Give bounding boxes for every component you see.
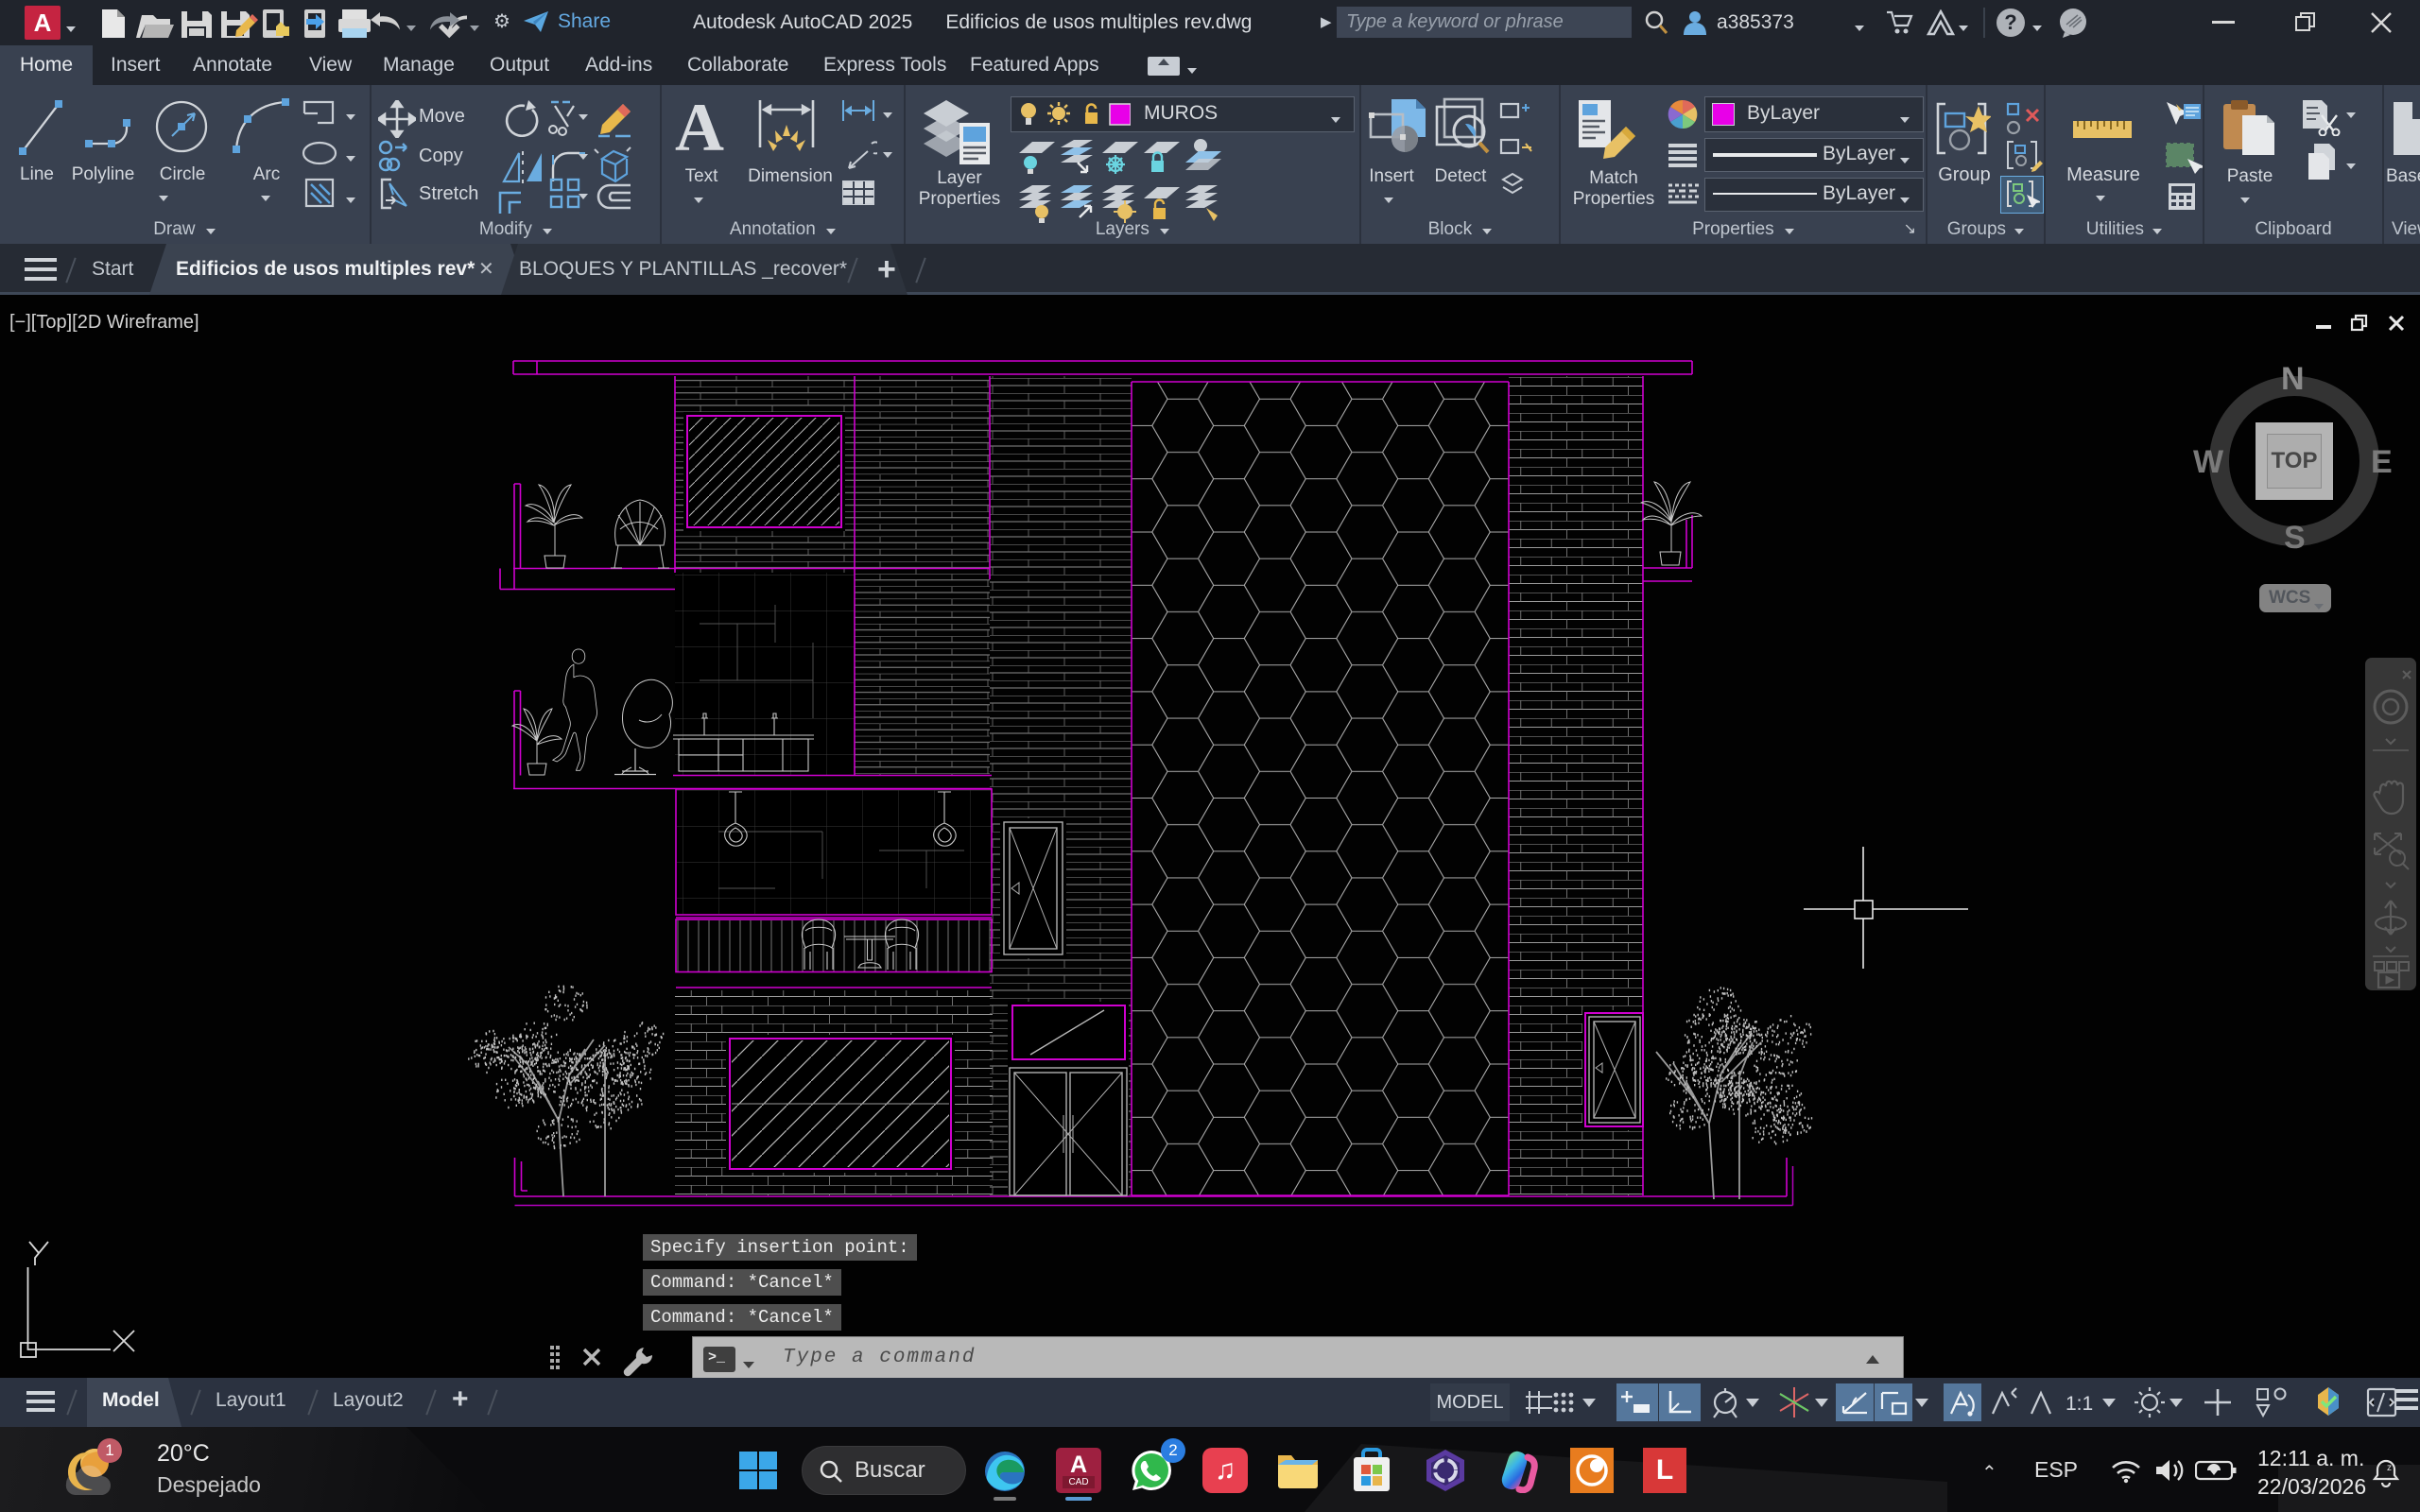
svg-text:z: z bbox=[2387, 1463, 2392, 1473]
svg-text:1:1: 1:1 bbox=[2066, 1393, 2093, 1415]
